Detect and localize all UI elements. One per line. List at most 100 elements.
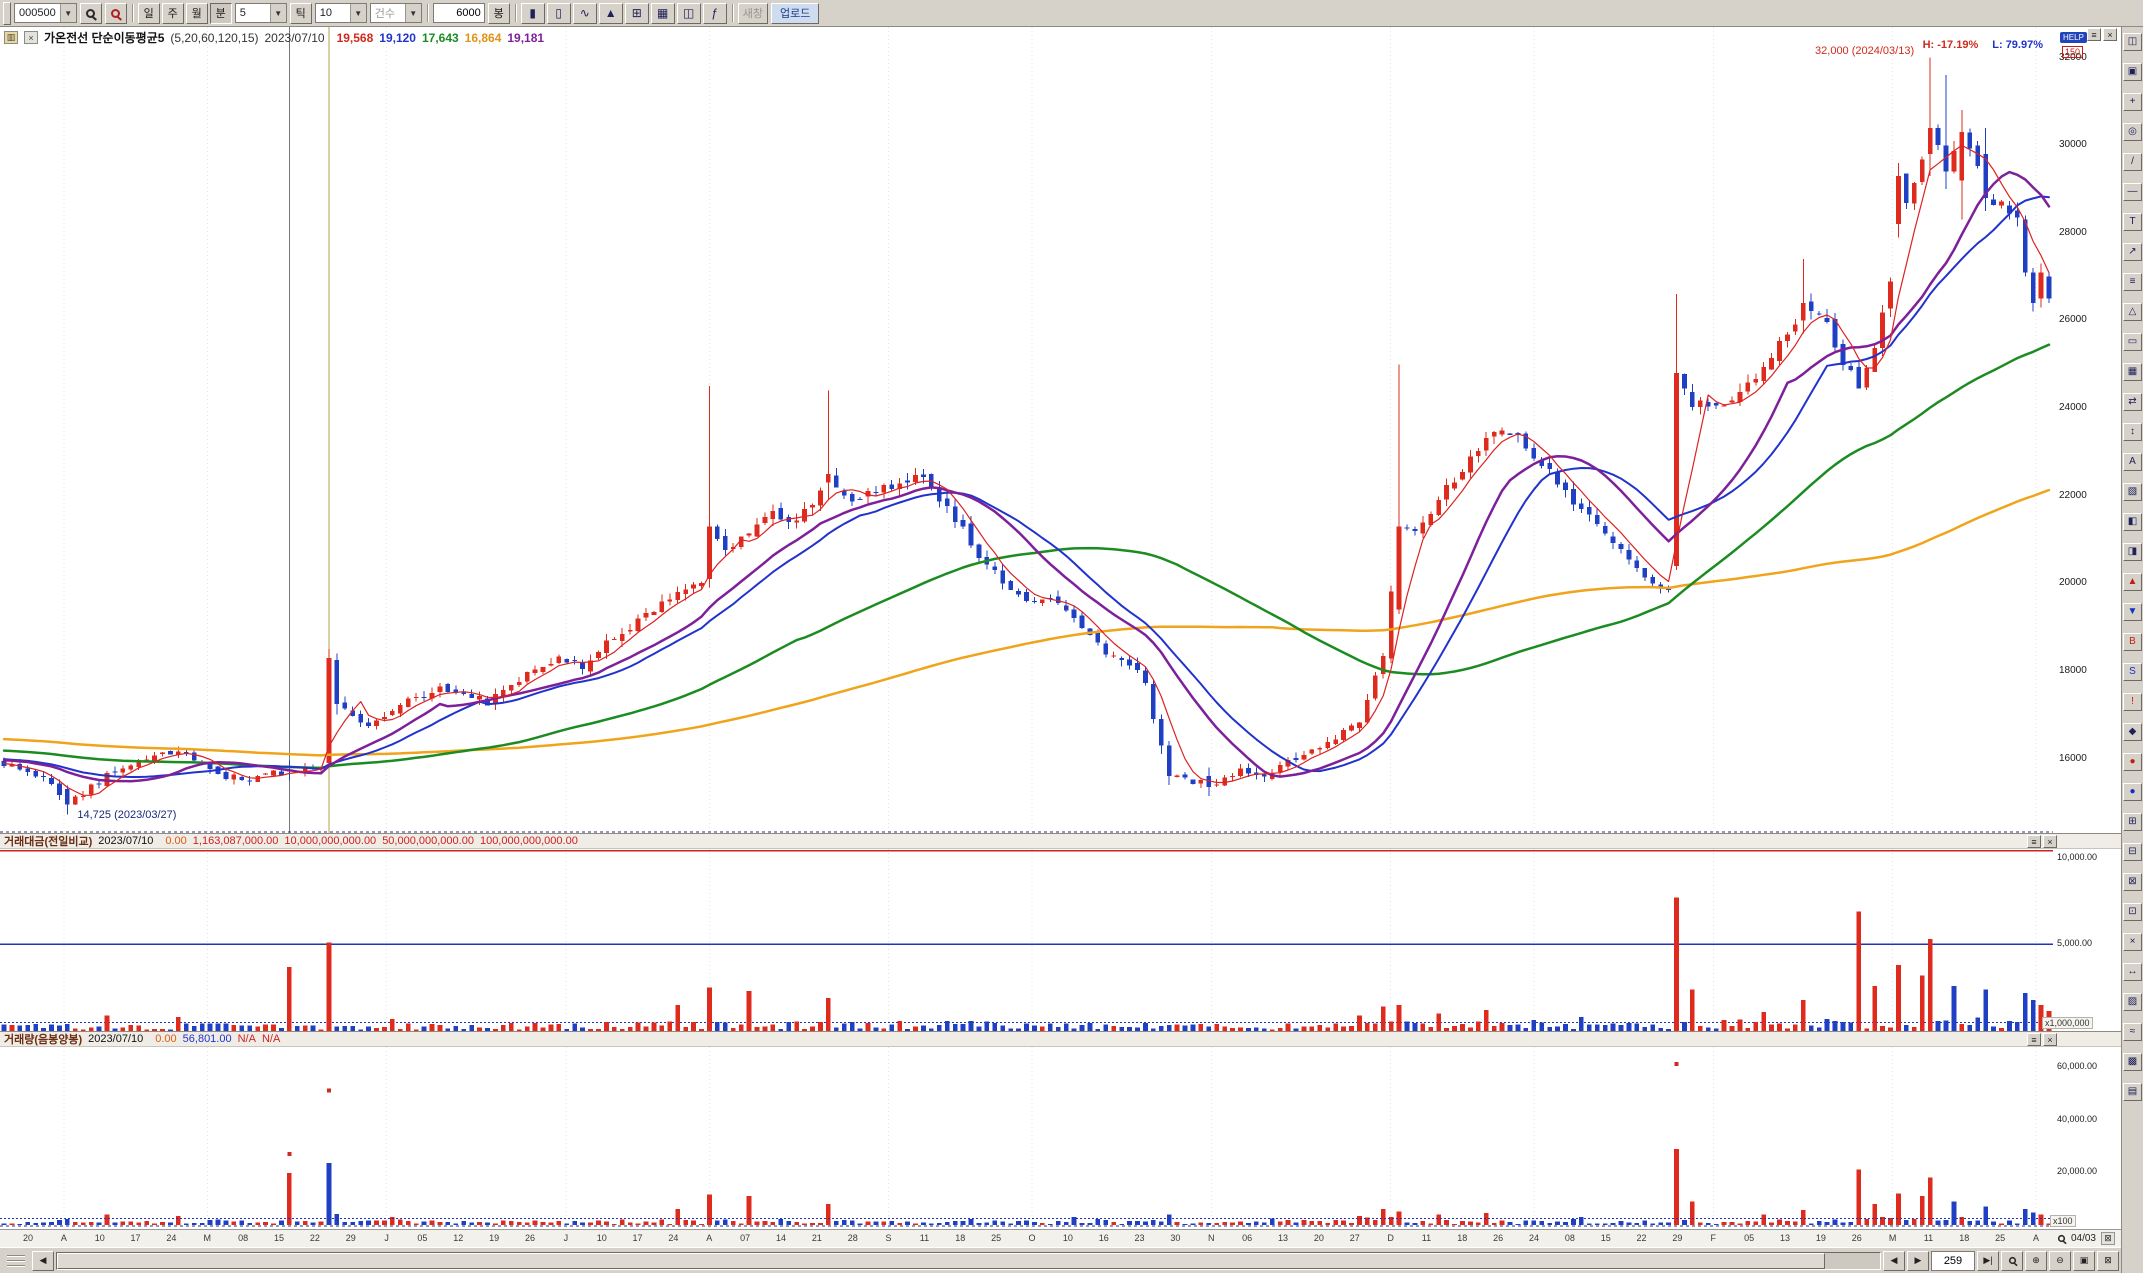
toolbar-grip[interactable] — [3, 2, 11, 25]
toolbar-compare-icon[interactable]: ◫ — [677, 3, 701, 24]
stock-code-combo[interactable]: 000500 ▼ — [14, 3, 77, 23]
triangle-pattern-icon[interactable]: △ — [2123, 303, 2142, 321]
pane-close-icon[interactable]: × — [2043, 1033, 2057, 1046]
trendline-icon[interactable]: / — [2123, 153, 2142, 171]
price-pane-title: ▥ × 가온전선 단순이동평균5 (5,20,60,120,15) 2023/0… — [4, 29, 544, 46]
period-button-월[interactable]: 월 — [186, 3, 208, 24]
chevron-down-icon[interactable]: ▼ — [405, 4, 421, 22]
scroll-left-button[interactable]: ◀ — [32, 1251, 54, 1271]
volume-chart-pane[interactable]: 60,000.0040,000.0020,000.00 x100 — [0, 1047, 2121, 1229]
period-button-분[interactable]: 분 — [210, 3, 232, 24]
pane-close-icon[interactable]: × — [2103, 28, 2117, 41]
auto-label-icon[interactable]: A — [2123, 453, 2142, 471]
price-chart-canvas[interactable] — [0, 27, 2053, 833]
chevron-down-icon[interactable]: ▼ — [270, 4, 286, 22]
axis-close-icon[interactable]: ⊠ — [2101, 1232, 2115, 1245]
add-pane-icon[interactable]: ⊞ — [2123, 813, 2142, 831]
red-dot-icon[interactable]: ● — [2123, 753, 2142, 771]
horizontal-line-icon[interactable]: — — [2123, 183, 2142, 201]
left-axis-icon[interactable]: ◧ — [2123, 513, 2142, 531]
buy-arrow-icon[interactable]: ▲ — [2123, 573, 2142, 591]
upload-button[interactable]: 업로드 — [771, 3, 819, 24]
visible-bars-input[interactable] — [1931, 1251, 1975, 1271]
zoom-area-icon[interactable]: ◎ — [2123, 123, 2142, 141]
sell-arrow-icon[interactable]: ▼ — [2123, 603, 2142, 621]
remove-pane-icon[interactable]: ⊟ — [2123, 843, 2142, 861]
toolbar-area-chart-icon[interactable]: ▲ — [599, 3, 623, 24]
zoom-search-button[interactable] — [2001, 1251, 2023, 1271]
sell-marker-icon[interactable]: S — [2123, 663, 2142, 681]
hatch-pattern-icon[interactable]: ▨ — [2123, 993, 2142, 1011]
settings-icon[interactable]: ⊡ — [2123, 903, 2142, 921]
close-pane-icon[interactable]: ⊠ — [2123, 873, 2142, 891]
tick-combo[interactable]: 10 ▼ — [315, 3, 367, 23]
scrollbar-thumb[interactable] — [57, 1253, 1825, 1269]
toolbar-indicator-icon[interactable]: ƒ — [703, 3, 727, 24]
chevron-down-icon[interactable]: ▼ — [60, 4, 76, 22]
price-chart-pane[interactable]: ▥ × 가온전선 단순이동평균5 (5,20,60,120,15) 2023/0… — [0, 27, 2121, 833]
scrollbar-track[interactable] — [56, 1252, 1881, 1270]
step-back-button[interactable]: ◀ — [1883, 1251, 1905, 1271]
pattern-icon[interactable]: ▧ — [2123, 483, 2142, 501]
xaxis-label: D — [1387, 1233, 1394, 1243]
help-badge[interactable]: HELP — [2060, 32, 2087, 43]
toolbar-grid-icon[interactable]: ▦ — [651, 3, 675, 24]
stock-search-button[interactable] — [80, 3, 102, 24]
tick-button[interactable]: 틱 — [290, 3, 312, 24]
bong-button[interactable]: 봉 — [488, 3, 510, 24]
period-button-주[interactable]: 주 — [162, 3, 184, 24]
delete-tool-icon[interactable]: × — [2123, 933, 2142, 951]
grid-toggle-icon[interactable]: ▦ — [2123, 363, 2142, 381]
xaxis-label: 13 — [1278, 1233, 1288, 1243]
close-icon[interactable]: × — [24, 31, 38, 44]
toolbar-candlestick-chart-icon[interactable]: ▮ — [521, 3, 545, 24]
horizontal-scale-icon[interactable]: ↔ — [2123, 963, 2142, 981]
vertical-scale-icon[interactable]: ↕ — [2123, 423, 2142, 441]
turnover-value-2: 1,163,087,000.00 — [193, 835, 279, 847]
toolbar-line-chart-icon[interactable]: ∿ — [573, 3, 597, 24]
period-button-일[interactable]: 일 — [138, 3, 160, 24]
minute-combo[interactable]: 5 ▼ — [235, 3, 287, 23]
toolbar-bar-chart-icon[interactable]: ▯ — [547, 3, 571, 24]
close-button[interactable]: ⊠ — [2097, 1251, 2119, 1271]
alert-icon[interactable]: ! — [2123, 693, 2142, 711]
panel-layout-icon[interactable]: ◫ — [2123, 33, 2142, 51]
compare-chart-icon[interactable]: ⇄ — [2123, 393, 2142, 411]
zoom-in-button[interactable]: ⊕ — [2025, 1251, 2047, 1271]
resize-grip-icon[interactable] — [2, 1250, 30, 1272]
turnover-chart-canvas[interactable] — [0, 849, 2053, 1031]
new-window-button[interactable]: 새창 — [738, 3, 768, 24]
zoom-out-button[interactable]: ⊖ — [2049, 1251, 2071, 1271]
wave-tool-icon[interactable]: ≈ — [2123, 1023, 2142, 1041]
indicator-icon[interactable]: ▥ — [4, 31, 18, 44]
screenshot-icon[interactable]: ▤ — [2123, 1083, 2142, 1101]
new-window-icon[interactable]: ▣ — [2123, 63, 2142, 81]
crosshair-icon[interactable]: + — [2123, 93, 2142, 111]
pane-menu-icon[interactable]: ≡ — [2027, 835, 2041, 848]
go-to-end-button[interactable]: ▶| — [1977, 1251, 1999, 1271]
diamond-marker-icon[interactable]: ◆ — [2123, 723, 2142, 741]
arrow-marker-icon[interactable]: ↗ — [2123, 243, 2142, 261]
fibonacci-icon[interactable]: ≡ — [2123, 273, 2142, 291]
count-combo[interactable]: 건수 ▼ — [370, 3, 422, 23]
zoom-icon[interactable] — [2058, 1235, 2065, 1242]
right-axis-icon[interactable]: ◨ — [2123, 543, 2142, 561]
xaxis-label: 19 — [1816, 1233, 1826, 1243]
toolbar-point-figure-icon[interactable]: ⊞ — [625, 3, 649, 24]
turnover-chart-pane[interactable]: 10,000.005,000.00 x1,000,000 — [0, 849, 2121, 1031]
blue-dot-icon[interactable]: ● — [2123, 783, 2142, 801]
text-note-icon[interactable]: T — [2123, 213, 2142, 231]
step-forward-button[interactable]: ▶ — [1907, 1251, 1929, 1271]
turnover-value-5: 100,000,000,000.00 — [480, 835, 578, 847]
stock-search-remove-button[interactable] — [105, 3, 127, 24]
chart-settings-button[interactable]: ▣ — [2073, 1251, 2095, 1271]
pane-menu-icon[interactable]: ≡ — [2087, 28, 2101, 41]
bar-count-input[interactable] — [433, 3, 485, 23]
fill-pattern-icon[interactable]: ▩ — [2123, 1053, 2142, 1071]
rectangle-tool-icon[interactable]: ▭ — [2123, 333, 2142, 351]
pane-close-icon[interactable]: × — [2043, 835, 2057, 848]
volume-chart-canvas[interactable] — [0, 1047, 2053, 1229]
chevron-down-icon[interactable]: ▼ — [350, 4, 366, 22]
pane-menu-icon[interactable]: ≡ — [2027, 1033, 2041, 1046]
buy-marker-icon[interactable]: B — [2123, 633, 2142, 651]
